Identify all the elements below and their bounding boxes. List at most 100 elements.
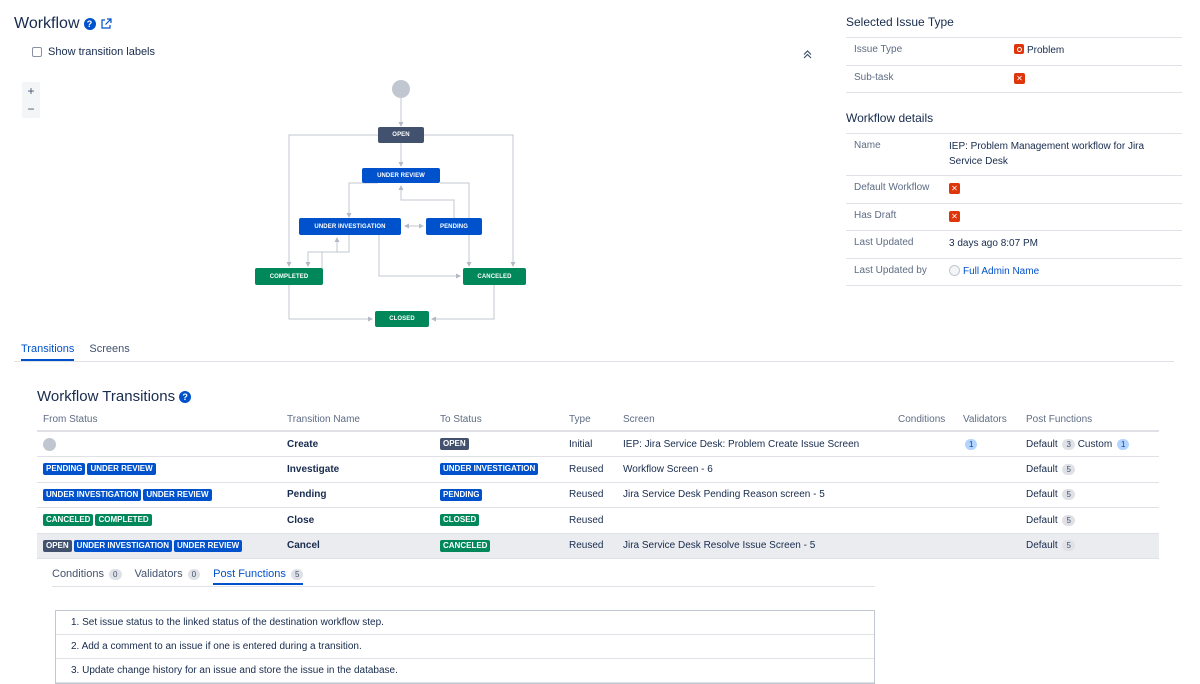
- col-transition-name: Transition Name: [281, 408, 434, 432]
- col-conditions: Conditions: [892, 408, 957, 432]
- list-item[interactable]: 1. Set issue status to the linked status…: [56, 611, 874, 635]
- type-cell: Reused: [563, 456, 617, 483]
- conditions-cell: [892, 456, 957, 483]
- table-row[interactable]: PENDING UNDER REVIEW Investigate UNDER IN…: [37, 456, 1159, 483]
- issue-type-table: Issue Type Problem Sub-task ✕: [846, 37, 1182, 93]
- validators-cell: [957, 456, 1020, 483]
- node-under-investigation[interactable]: UNDER INVESTIGATION: [299, 218, 401, 235]
- cross-icon: ✕: [949, 210, 960, 222]
- node-completed[interactable]: COMPLETED: [255, 268, 323, 285]
- col-type: Type: [563, 408, 617, 432]
- col-from-status: From Status: [37, 408, 281, 432]
- issue-type-value-text: Problem: [1027, 45, 1065, 56]
- table-row[interactable]: UNDER INVESTIGATION UNDER REVIEW Pending …: [37, 482, 1159, 508]
- col-post-functions: Post Functions: [1020, 408, 1159, 432]
- transition-name[interactable]: Pending: [281, 482, 434, 508]
- type-cell: Reused: [563, 507, 617, 534]
- table-row[interactable]: CANCELED COMPLETED Close CLOSED Reused De…: [37, 507, 1159, 534]
- col-to-status: To Status: [434, 408, 563, 432]
- from-status-cell: OPEN UNDER INVESTIGATION UNDER REVIEW: [37, 533, 281, 559]
- list-item[interactable]: 3. Update change history for an issue an…: [56, 659, 874, 683]
- default-key: Default Workflow: [854, 182, 930, 193]
- count-badge: 5: [1062, 463, 1075, 475]
- avatar: [949, 264, 960, 276]
- screen-cell: Workflow Screen - 6: [617, 456, 892, 483]
- node-canceled[interactable]: CANCELED: [463, 268, 526, 285]
- name-value: IEP: Problem Management workflow for Jir…: [949, 141, 1145, 167]
- transition-name[interactable]: Close: [281, 507, 434, 534]
- main-tabs: Transitions Screens: [21, 343, 130, 361]
- type-cell: Reused: [563, 533, 617, 559]
- detail-tabs-divider: [52, 586, 875, 587]
- draft-row: Has Draft ✕: [846, 204, 1182, 231]
- post-functions-cell: Default 3 Custom 1: [1020, 431, 1159, 457]
- updated-by-row: Last Updated by Full Admin Name: [846, 259, 1182, 286]
- from-status-cell: UNDER INVESTIGATION UNDER REVIEW: [37, 482, 281, 508]
- post-functions-cell: Default 5: [1020, 456, 1159, 483]
- to-status-cell: PENDING: [434, 482, 563, 508]
- initial-state-circle: [392, 80, 410, 98]
- status-lozenge: UNDER REVIEW: [87, 463, 156, 476]
- count-badge: 0: [109, 569, 122, 580]
- from-status-cell: PENDING UNDER REVIEW: [37, 456, 281, 483]
- count-badge: 1: [1116, 438, 1130, 450]
- col-validators: Validators: [957, 408, 1020, 432]
- transitions-table: From Status Transition Name To Status Ty…: [37, 408, 1159, 559]
- draft-key: Has Draft: [854, 209, 897, 221]
- updated-value: 3 days ago 8:07 PM: [949, 238, 1038, 249]
- node-under-review[interactable]: UNDER REVIEW: [362, 168, 440, 183]
- tab-transitions[interactable]: Transitions: [21, 343, 75, 361]
- pf-default-label: Default: [1026, 463, 1058, 475]
- tab-screens[interactable]: Screens: [89, 343, 129, 361]
- from-status-cell: [37, 431, 281, 457]
- issue-type-key: Issue Type: [854, 44, 903, 55]
- tab-conditions[interactable]: Conditions 0: [52, 568, 122, 585]
- status-lozenge: OPEN: [43, 539, 72, 552]
- help-icon[interactable]: ?: [179, 390, 192, 403]
- table-row-selected[interactable]: OPEN UNDER INVESTIGATION UNDER REVIEW Canc…: [37, 533, 1159, 559]
- node-closed[interactable]: CLOSED: [375, 311, 429, 327]
- post-functions-list: 1. Set issue status to the linked status…: [55, 610, 875, 684]
- transition-name[interactable]: Cancel: [281, 533, 434, 559]
- tab-label: Validators: [134, 568, 183, 580]
- status-lozenge: UNDER INVESTIGATION: [73, 539, 172, 552]
- to-status-cell: OPEN: [434, 431, 563, 457]
- pf-custom-label: Custom: [1077, 438, 1113, 450]
- tabs-divider: [14, 361, 1174, 362]
- workflow-details-panel: Workflow details Name IEP: Problem Manag…: [846, 111, 1182, 286]
- node-open[interactable]: OPEN: [378, 127, 424, 143]
- to-status-cell: UNDER INVESTIGATION: [434, 456, 563, 483]
- validators-cell: [957, 533, 1020, 559]
- default-value: ✕: [941, 176, 1182, 203]
- screen-cell: IEP: Jira Service Desk: Problem Create I…: [617, 431, 892, 457]
- cross-icon: ✕: [1014, 72, 1025, 84]
- updated-by-value: Full Admin Name: [941, 259, 1182, 286]
- status-lozenge: UNDER INVESTIGATION: [43, 488, 142, 501]
- transition-name[interactable]: Investigate: [281, 456, 434, 483]
- issue-type-panel: Selected Issue Type Issue Type Problem S…: [846, 15, 1182, 93]
- tab-post-functions[interactable]: Post Functions 5: [213, 568, 304, 585]
- screen-cell: Jira Service Desk Pending Reason screen …: [617, 482, 892, 508]
- status-lozenge: CANCELED: [440, 539, 491, 552]
- status-lozenge: UNDER INVESTIGATION: [440, 463, 539, 476]
- workflow-details-heading: Workflow details: [846, 111, 934, 125]
- problem-icon: [1014, 44, 1024, 54]
- subtask-key: Sub-task: [854, 71, 894, 83]
- subtask-value: ✕: [1006, 66, 1182, 93]
- issue-type-value: Problem: [1006, 38, 1182, 65]
- name-key: Name: [854, 140, 881, 151]
- draft-value: ✕: [941, 204, 1182, 231]
- table-row[interactable]: Create OPEN Initial IEP: Jira Service De…: [37, 431, 1159, 457]
- status-lozenge: OPEN: [440, 438, 469, 450]
- type-cell: Reused: [563, 482, 617, 508]
- conditions-cell: [892, 533, 957, 559]
- tab-validators[interactable]: Validators 0: [135, 568, 201, 585]
- updated-row: Last Updated 3 days ago 8:07 PM: [846, 231, 1182, 259]
- subtask-row: Sub-task ✕: [846, 66, 1182, 93]
- default-row: Default Workflow ✕: [846, 176, 1182, 204]
- node-pending[interactable]: PENDING: [426, 218, 482, 235]
- transition-name[interactable]: Create: [281, 431, 434, 457]
- admin-user-link[interactable]: Full Admin Name: [963, 266, 1039, 277]
- count-badge: 5: [1062, 540, 1075, 552]
- list-item[interactable]: 2. Add a comment to an issue if one is e…: [56, 635, 874, 659]
